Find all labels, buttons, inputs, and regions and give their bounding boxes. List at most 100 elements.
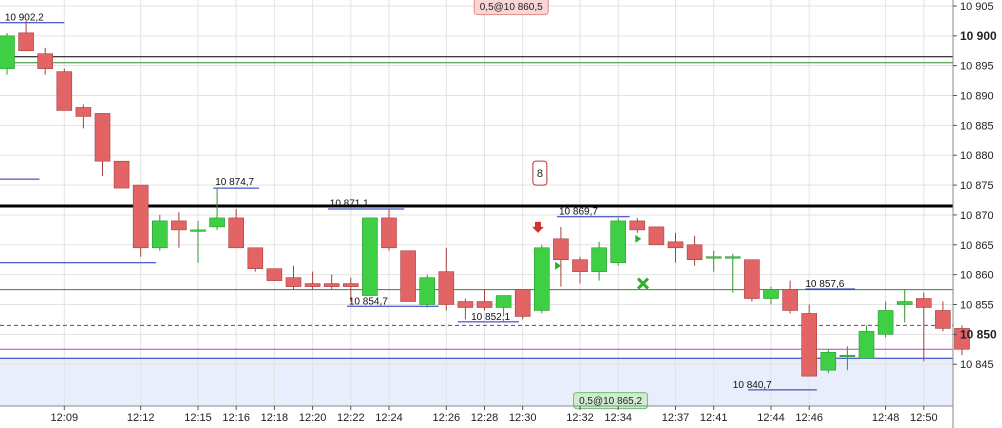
x-tick-label: 12:18	[261, 412, 289, 424]
y-tick-label: 10 860	[960, 270, 994, 282]
candle	[820, 349, 837, 374]
x-tick-label: 12:41	[700, 412, 728, 424]
candle-body	[591, 247, 607, 272]
candle	[0, 32, 15, 75]
candle	[935, 301, 951, 332]
candle-body	[915, 298, 932, 308]
candle-body	[572, 259, 588, 272]
y-tick-label: 10 875	[960, 180, 994, 192]
candle-body	[514, 289, 531, 317]
level-label: 10 869,7	[559, 207, 598, 218]
level-label: 10 902,2	[5, 13, 44, 24]
candle	[686, 235, 703, 266]
candle-body	[75, 107, 92, 117]
candle-body	[533, 247, 550, 311]
y-tick-label: 10 890	[960, 91, 994, 103]
candle-body	[935, 310, 951, 329]
candle-body	[171, 220, 187, 231]
candle	[533, 244, 550, 314]
candle-body	[686, 244, 703, 261]
candlestick-chart: 10 902,2 10 874,7 10 871,1 10 854,7 10 852,1…	[0, 0, 997, 428]
count-box: 8	[532, 160, 548, 186]
y-tick-label: 10 865	[960, 240, 994, 252]
candle	[782, 280, 798, 314]
x-tick-label: 12:37	[662, 412, 690, 424]
x-tick-label: 12:50	[910, 412, 938, 424]
candle-body	[304, 283, 321, 287]
candle	[572, 256, 588, 284]
x-tick-label: 12:32	[566, 412, 594, 424]
candle	[476, 289, 493, 311]
x-tick-label: 12:16	[222, 412, 250, 424]
candle	[801, 304, 818, 377]
candle	[553, 226, 569, 287]
y-tick-label: 10 885	[960, 120, 994, 132]
candle	[362, 217, 378, 296]
candle	[190, 220, 206, 263]
candle	[514, 289, 531, 320]
candle	[763, 286, 779, 305]
y-tick-label: 10 870	[960, 210, 994, 222]
candle-body	[0, 35, 15, 69]
candle-body	[705, 256, 722, 259]
x-tick-label: 12:34	[604, 412, 632, 424]
candle	[629, 217, 646, 233]
candle	[438, 247, 455, 311]
candle-body	[381, 217, 397, 249]
candle-body	[896, 301, 913, 305]
candle-body	[247, 247, 264, 269]
y-tick-label: 10 905	[960, 1, 994, 13]
candle-body	[323, 283, 340, 287]
candle	[648, 226, 665, 246]
x-tick-label: 12:09	[51, 412, 79, 424]
count-box-label: 8	[537, 168, 543, 180]
candle-body	[228, 217, 244, 249]
x-tick-label: 12:48	[872, 412, 900, 424]
candle	[724, 253, 741, 293]
x-tick-label: 12:22	[337, 412, 365, 424]
candle-body	[801, 313, 818, 377]
candle	[744, 259, 760, 302]
candle-body	[724, 256, 741, 259]
x-tick-label: 12:20	[299, 412, 327, 424]
x-tick-label: 12:44	[757, 412, 785, 424]
candle-body	[152, 220, 168, 249]
candle	[18, 20, 34, 52]
candle-body	[94, 113, 111, 162]
candle-body	[285, 277, 302, 287]
candle	[247, 247, 264, 272]
x-tick-label: 12:30	[509, 412, 537, 424]
candle	[858, 325, 875, 359]
candle-body	[190, 229, 206, 232]
level-label: 10 874,7	[215, 177, 254, 188]
candle-body	[820, 351, 837, 371]
candle	[285, 265, 302, 290]
candle	[896, 289, 913, 323]
candle-body	[209, 217, 225, 228]
candle-body	[610, 220, 627, 264]
candle-body	[113, 160, 130, 189]
level-label: 10 854,7	[349, 296, 388, 307]
annotations-layer: 10 902,2 10 874,7 10 871,1 10 854,7 10 852,1…	[5, 0, 845, 410]
candle-body	[763, 289, 779, 299]
candle-body	[877, 310, 894, 335]
candle-body	[342, 283, 359, 287]
candle-body	[438, 271, 455, 305]
sell-order-badge: 0,5@10 860,5	[473, 0, 549, 16]
x-tick-label: 12:46	[795, 412, 823, 424]
y-tick-label: 10 855	[960, 300, 994, 312]
y-tick-label: 10 880	[960, 150, 994, 162]
candle	[877, 301, 894, 338]
candle-body	[37, 53, 54, 69]
badge-label: 0,5@10 860,5	[480, 2, 543, 13]
candle	[610, 217, 627, 266]
x-tick-label: 12:26	[433, 412, 461, 424]
candle	[419, 274, 436, 308]
candle	[667, 232, 684, 263]
candle-body	[858, 331, 875, 359]
y-tick-label: 10 895	[960, 61, 994, 73]
y-tick-label: 10 850	[960, 327, 997, 341]
candle-body	[495, 295, 512, 308]
candle	[323, 274, 340, 290]
candle-body	[400, 250, 416, 302]
